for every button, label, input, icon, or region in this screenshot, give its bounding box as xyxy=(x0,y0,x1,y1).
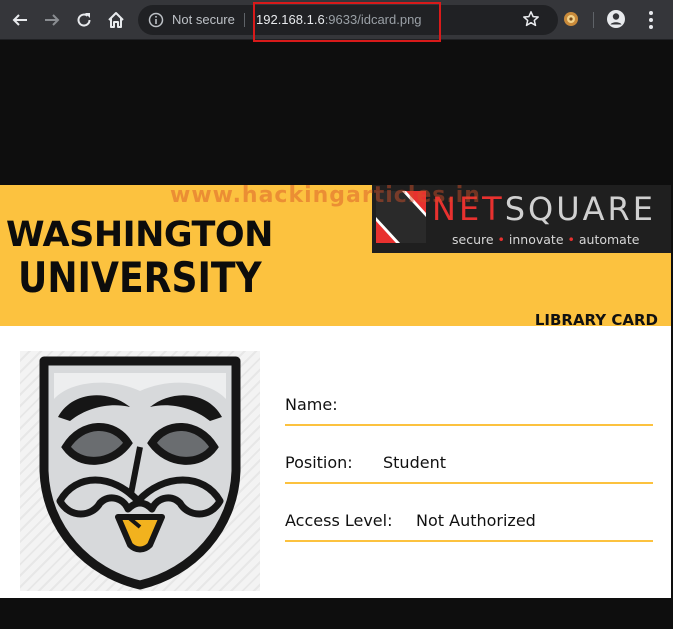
position-field: Position: Student xyxy=(285,453,653,484)
name-label: Name: xyxy=(285,395,338,414)
tagline-automate: automate xyxy=(578,232,640,247)
card-banner: WASHINGTON UNIVERSITY NETSQUARE secure •… xyxy=(0,183,671,329)
account-icon[interactable] xyxy=(606,9,626,29)
omnibox-separator xyxy=(244,13,245,27)
home-icon xyxy=(108,12,124,28)
logo-tagline: secure • innovate • automate xyxy=(452,232,639,248)
university-name-line2: UNIVERSITY xyxy=(18,253,262,302)
menu-dots-icon[interactable] xyxy=(648,10,654,30)
access-level-value: Not Authorized xyxy=(416,511,536,530)
access-level-label: Access Level: xyxy=(285,511,393,530)
back-arrow-icon xyxy=(12,14,27,26)
university-name-line1: WASHINGTON xyxy=(6,215,273,255)
position-value: Student xyxy=(383,453,446,472)
forward-button[interactable] xyxy=(40,8,64,32)
photo-area xyxy=(20,351,260,591)
card-type-label: LIBRARY CARD xyxy=(534,311,658,329)
star-icon[interactable] xyxy=(522,10,540,28)
tagline-secure: secure xyxy=(452,232,494,247)
library-id-card-image: WASHINGTON UNIVERSITY NETSQUARE secure •… xyxy=(0,183,671,598)
tagline-dot: • xyxy=(497,232,505,247)
toolbar-divider xyxy=(593,12,594,28)
info-icon[interactable] xyxy=(148,12,164,28)
access-level-field: Access Level: Not Authorized xyxy=(285,511,653,542)
logo-square-text: SQUARE xyxy=(504,190,656,228)
tagline-dot: • xyxy=(567,232,575,247)
forward-arrow-icon xyxy=(45,14,60,26)
tagline-innovate: innovate xyxy=(508,232,564,247)
back-button[interactable] xyxy=(8,8,32,32)
home-button[interactable] xyxy=(104,8,128,32)
security-label: Not secure xyxy=(172,12,235,27)
anonymous-mask-icon xyxy=(39,356,241,590)
url-highlight-box xyxy=(253,2,441,42)
reload-button[interactable] xyxy=(72,8,96,32)
position-label: Position: xyxy=(285,453,353,472)
watermark-text: www.hackingarticles.in xyxy=(170,183,481,208)
browser-toolbar: Not secure 192.168.1.6:9633/idcard.png xyxy=(0,0,673,42)
name-field: Name: xyxy=(285,395,653,426)
reload-icon xyxy=(77,13,91,27)
extension-icon[interactable] xyxy=(562,10,580,28)
